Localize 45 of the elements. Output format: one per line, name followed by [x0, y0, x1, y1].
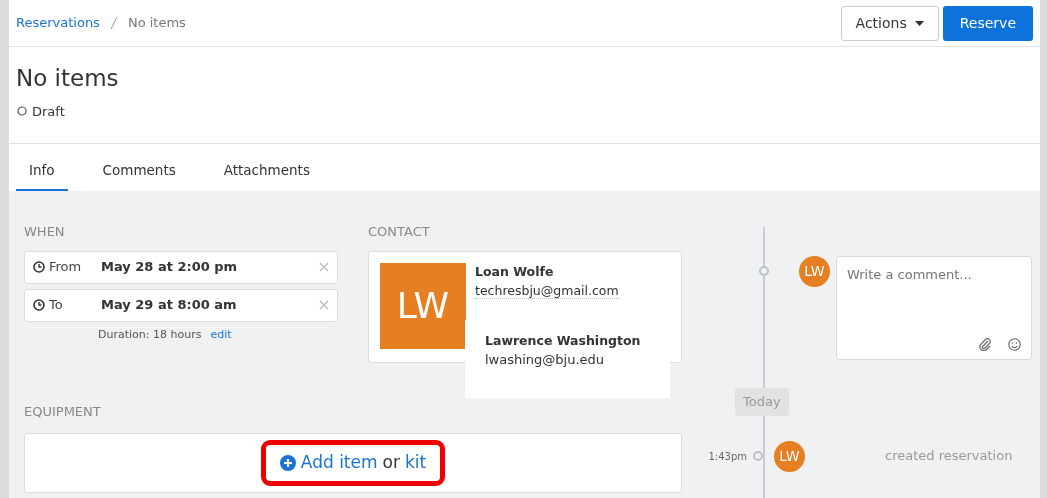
- contact-email[interactable]: techresbju@gmail.com: [475, 283, 619, 300]
- comment-box[interactable]: Write a comment...: [836, 256, 1032, 361]
- tab[interactable]: Attachments: [210, 159, 323, 192]
- breadcrumb-current: No items: [127, 14, 186, 33]
- add-item-link[interactable]: Add item: [300, 450, 378, 476]
- date-label: From: [49, 258, 82, 277]
- clock-icon: [33, 261, 45, 274]
- actions-button[interactable]: Actions: [840, 5, 939, 41]
- breadcrumb-separator-icon: [109, 16, 118, 30]
- date-field[interactable]: To May 29 at 8:00 am: [24, 288, 338, 322]
- section-heading: EQUIPMENT: [24, 402, 102, 421]
- or-text: or: [382, 451, 400, 475]
- tab[interactable]: Comments: [89, 159, 189, 192]
- reserve-button[interactable]: Reserve: [942, 5, 1033, 41]
- overlay-name: Lawrence Washington: [485, 331, 642, 350]
- clear-icon: [319, 300, 329, 311]
- status-label: Draft: [32, 102, 65, 121]
- event-avatar: LW: [774, 440, 805, 472]
- caret-icon: [914, 20, 924, 26]
- kit-link[interactable]: kit: [404, 450, 427, 476]
- timeline-node: [753, 451, 763, 462]
- contact-avatar: LW: [380, 262, 466, 349]
- edit-link[interactable]: edit: [210, 326, 232, 344]
- paperclip-icon: [979, 338, 992, 352]
- date-value: May 29 at 8:00 am: [101, 296, 238, 315]
- event-time: 1:43pm: [707, 449, 748, 464]
- event-text: created reservation: [885, 447, 1013, 466]
- date-value: May 28 at 2:00 pm: [101, 258, 239, 277]
- contact-name: Loan Wolfe: [475, 262, 555, 281]
- clock-icon: [33, 299, 45, 312]
- breadcrumb-link[interactable]: Reservations: [16, 13, 100, 33]
- plus-circle-icon: [279, 455, 296, 472]
- section-heading: WHEN: [24, 223, 66, 242]
- comment-avatar: LW: [799, 256, 830, 288]
- smiley-icon: [1008, 338, 1021, 352]
- date-label: To: [49, 296, 63, 315]
- status-circle-icon: [17, 106, 27, 117]
- timeline-node: [759, 266, 769, 277]
- overlay-email: lwashing@bju.edu: [485, 351, 606, 370]
- tab[interactable]: Info: [16, 159, 68, 192]
- date-field[interactable]: From May 28 at 2:00 pm: [24, 250, 338, 284]
- page-title: No items: [16, 65, 120, 93]
- clear-icon: [319, 262, 329, 273]
- section-heading: CONTACT: [368, 223, 431, 242]
- duration-text: Duration: 18 hours: [98, 326, 202, 343]
